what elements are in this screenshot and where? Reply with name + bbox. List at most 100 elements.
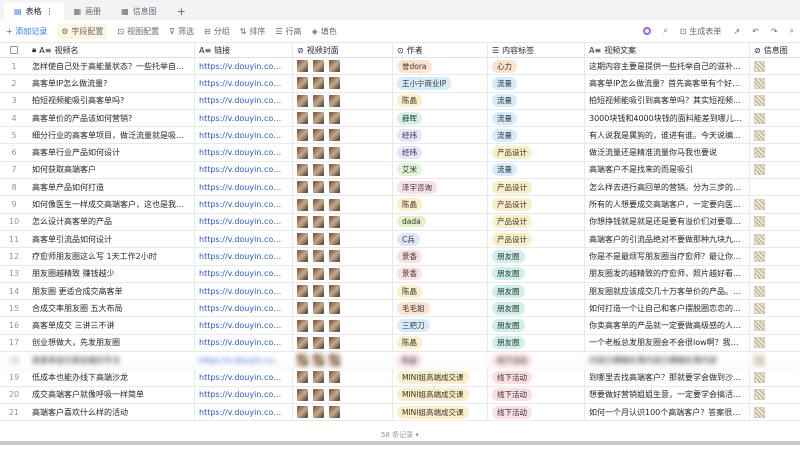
column-header-author[interactable]: ⊙ 作者 [393, 43, 488, 57]
tag-cell[interactable]: 产品设计 [488, 230, 585, 248]
sort-button[interactable]: ⇅ 排序 [240, 26, 266, 37]
tag-cell[interactable]: 朋友圈 [488, 265, 585, 282]
infographic-cell[interactable] [750, 300, 800, 316]
video-link[interactable]: https://v.douyin.com/3H... [199, 131, 288, 140]
infographic-cell[interactable] [750, 404, 800, 420]
cover-thumbnail[interactable] [297, 319, 308, 332]
table-row[interactable]: 21 高端客户喜欢什么样的活动 https://v.douyin.com/sF.… [0, 403, 800, 422]
cover-thumbnail[interactable] [329, 319, 340, 332]
copy-cell[interactable]: 拍短视频能吸引到高客单吗？其实短视频想... [585, 92, 750, 109]
cover-cell[interactable] [293, 213, 393, 230]
cover-thumbnail[interactable] [313, 371, 324, 384]
cover-thumbnail[interactable] [313, 94, 324, 107]
video-link[interactable]: https://v.douyin.com/vh... [199, 269, 288, 278]
video-name-cell[interactable]: 高客单IP怎么做流量? [28, 75, 195, 92]
link-cell[interactable]: https://v.douyin.com/lls... [195, 179, 293, 196]
select-all-checkbox[interactable] [0, 43, 28, 57]
cover-thumbnail[interactable] [313, 77, 324, 90]
cover-thumbnail[interactable] [329, 233, 340, 246]
share-icon[interactable]: ↗ [733, 27, 740, 36]
author-cell[interactable]: 陈晶 [393, 196, 488, 213]
cover-thumbnail[interactable] [313, 60, 324, 73]
add-record-button[interactable]: + 添加记录 [6, 26, 47, 37]
tag-cell[interactable]: 朋友圈 [488, 317, 585, 334]
video-link[interactable]: https://v.douyin.com/qj... [199, 114, 288, 123]
cover-thumbnail[interactable] [329, 146, 340, 159]
table-row[interactable]: 1 怎样使自己处于高能量状态？一些托举自己的... https://v.douy… [0, 58, 800, 76]
copy-cell[interactable]: 做泛流量还是精准流量你马我也要说 [585, 144, 750, 161]
author-cell[interactable]: 薛晖 [393, 109, 488, 127]
video-link[interactable]: https://v.douyin.com/i2... [199, 148, 288, 157]
link-cell[interactable]: https://v.douyin.com/cR... [195, 282, 293, 300]
copy-cell[interactable]: 高客单IP怎么做流量？首先高客单有个好处... [585, 75, 750, 92]
video-name-cell[interactable]: 高客单产品如何打造 [28, 179, 195, 196]
cover-thumbnail[interactable] [297, 406, 308, 419]
video-name-cell[interactable]: 合成交率朋友圈 五大布局 [28, 300, 195, 317]
search-icon[interactable]: ⌕ [663, 26, 667, 36]
fill-color-button[interactable]: ◈ 填色 [312, 26, 337, 37]
cover-thumbnail[interactable] [329, 285, 340, 297]
table-row[interactable]: 5 细分行业的高客单项目，做泛流量就是吸引不... https://v.douy… [0, 127, 800, 145]
column-header-infographic[interactable]: ⊘ 信息图 [750, 43, 800, 57]
infographic-cell[interactable] [750, 214, 800, 230]
author-cell[interactable]: 陈晶 [393, 282, 488, 300]
video-name-cell[interactable]: 高客单行业产品如何设计 [28, 144, 195, 161]
author-cell[interactable]: 经纬 [393, 127, 488, 144]
tag-cell[interactable]: 线下活动 [488, 386, 585, 403]
video-link[interactable]: https://v.douyin.com/Dq... [199, 235, 288, 244]
cover-thumbnail[interactable] [313, 163, 324, 176]
cover-thumbnail[interactable] [329, 215, 340, 228]
table-row[interactable]: 17 创业想做大，先发朋友圈 https://v.douyin.com/Xv..… [0, 334, 800, 353]
more-icon[interactable]: ⋮ [46, 7, 54, 16]
cover-thumbnail[interactable] [313, 215, 324, 228]
table-row[interactable]: 18 高客单成交朋友圈的写法 https://v.douyin.com/xx..… [0, 352, 800, 370]
video-link[interactable]: https://v.douyin.com/xx... [199, 356, 288, 365]
cover-cell[interactable] [293, 300, 393, 317]
ai-icon[interactable] [643, 27, 652, 35]
tag-cell[interactable]: 流量 [488, 161, 585, 179]
tag-cell[interactable]: 线下活动 [488, 403, 585, 421]
cover-cell[interactable] [293, 317, 393, 334]
cover-thumbnail[interactable] [313, 354, 324, 367]
table-row[interactable]: 16 高客单成交 三讲三不讲 https://v.douyin.com/Fu..… [0, 317, 800, 335]
cover-cell[interactable] [293, 58, 393, 75]
cover-thumbnail[interactable] [297, 336, 308, 349]
infographic-cell[interactable] [750, 231, 800, 247]
cover-cell[interactable] [293, 334, 393, 352]
cover-thumbnail[interactable] [297, 60, 308, 73]
infographic-cell[interactable] [750, 196, 800, 212]
cover-thumbnail[interactable] [313, 388, 324, 401]
infographic-thumbnail[interactable] [754, 285, 765, 297]
link-cell[interactable]: https://v.douyin.com/do... [195, 196, 293, 213]
link-cell[interactable]: https://v.douyin.com/Fu... [195, 317, 293, 334]
cover-cell[interactable] [293, 369, 393, 386]
video-link[interactable]: https://v.douyin.com/lls... [199, 183, 288, 192]
video-name-cell[interactable]: 怎么设计高客单的产品 [28, 213, 195, 230]
infographic-cell[interactable] [750, 162, 800, 178]
cover-thumbnail[interactable] [297, 285, 308, 297]
tag-cell[interactable]: 朋友圈 [488, 300, 585, 317]
video-name-cell[interactable]: 如何获取高端客户 [28, 161, 195, 179]
cover-thumbnail[interactable] [297, 267, 308, 280]
infographic-thumbnail[interactable] [754, 233, 765, 245]
cover-cell[interactable] [293, 352, 393, 369]
link-cell[interactable]: https://v.douyin.com/f9... [195, 161, 293, 179]
cover-thumbnail[interactable] [329, 112, 340, 125]
table-row[interactable]: 4 高客单价的产品该如何营销? https://v.douyin.com/qj.… [0, 109, 800, 128]
author-cell[interactable]: 三把刀 [393, 317, 488, 334]
cover-cell[interactable] [293, 248, 393, 265]
link-cell[interactable]: https://v.douyin.com/Xv... [195, 334, 293, 352]
generate-form-button[interactable]: ⊡ 生成表单 [680, 26, 722, 37]
author-cell[interactable]: 陈晶 [393, 92, 488, 109]
video-name-cell[interactable]: 朋友圈越精致 赚钱越少 [28, 265, 195, 282]
cover-thumbnail[interactable] [297, 354, 308, 367]
infographic-thumbnail[interactable] [754, 250, 765, 262]
cover-cell[interactable] [293, 92, 393, 109]
copy-cell[interactable]: 一个老板总发朋友圈会不会很low啊？我觉得... [585, 334, 750, 352]
author-cell[interactable]: 陈晶 [393, 352, 488, 369]
infographic-cell[interactable] [750, 58, 800, 74]
copy-cell[interactable]: 想要做好营销姐姐生意，一定要学会搞活动... [585, 386, 750, 403]
video-name-cell[interactable]: 高端客户喜欢什么样的活动 [28, 403, 195, 421]
infographic-thumbnail[interactable] [754, 129, 765, 141]
table-row[interactable]: 10 怎么设计高客单的产品 https://v.douyin.com/M... … [0, 213, 800, 231]
